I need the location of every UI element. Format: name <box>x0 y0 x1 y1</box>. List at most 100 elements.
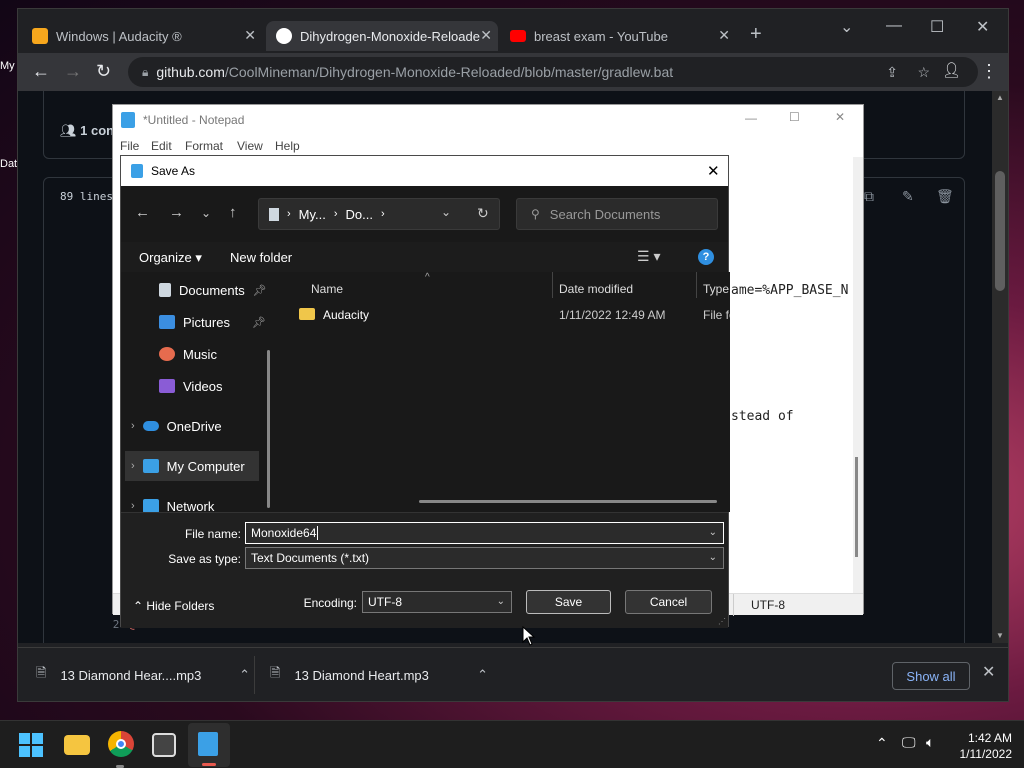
minimize-icon[interactable]: — <box>886 17 902 35</box>
chevron-up-icon[interactable]: ⌃ <box>876 735 888 752</box>
tab-github[interactable]: Dihydrogen-Monoxide-Reloade ✕ <box>266 21 498 51</box>
hide-folders-button[interactable]: ⌃ Hide Folders <box>133 599 214 613</box>
save-type-select[interactable]: Text Documents (*.txt) ⌄ <box>245 547 724 569</box>
close-icon[interactable]: ✕ <box>480 27 492 44</box>
maximize-icon[interactable]: ☐ <box>930 17 944 37</box>
clock-date[interactable]: 1/11/2022 <box>946 747 1013 761</box>
bookmark-star-icon[interactable]: ☆ <box>917 64 930 81</box>
network-status-icon[interactable]: 🖵︎ <box>902 734 916 751</box>
menu-format[interactable]: Format <box>185 139 223 153</box>
file-row[interactable]: Audacity 1/11/2022 12:49 AM File fo <box>295 306 730 328</box>
microsoft-store-icon[interactable] <box>152 733 176 757</box>
menu-file[interactable]: File <box>120 139 139 153</box>
show-all-button[interactable]: Show all <box>892 662 970 690</box>
close-icon[interactable]: ✕ <box>244 27 256 44</box>
address-bar[interactable]: 🔒︎ github.com /CoolMineman/Dihydrogen-Mo… <box>128 57 978 87</box>
back-icon[interactable]: ← <box>32 61 50 82</box>
close-icon[interactable]: ✕ <box>835 110 845 124</box>
chevron-right-icon[interactable]: › <box>131 460 135 472</box>
chevron-down-icon[interactable]: ⌄ <box>441 205 451 219</box>
nav-item-music[interactable]: Music <box>159 339 279 369</box>
file-name-input[interactable]: Monoxide64 ⌄ <box>245 522 724 544</box>
nav-item-documents[interactable]: Documents 📌︎ <box>159 275 279 305</box>
nav-item-network[interactable]: › Network <box>131 491 279 512</box>
nav-item-onedrive[interactable]: › OneDrive <box>131 411 279 441</box>
notepad-scrollbar[interactable] <box>853 157 863 593</box>
clock-time[interactable]: 1:42 AM <box>956 731 1012 745</box>
download-item[interactable]: 🗎 13 Diamond Hear....mp3 ⌃ <box>36 656 250 694</box>
help-icon[interactable]: ? <box>698 249 714 265</box>
chevron-down-icon[interactable]: ⌄ <box>709 552 717 563</box>
download-item[interactable]: 🗎 13 Diamond Heart.mp3 ⌃ <box>270 656 488 694</box>
close-window-icon[interactable]: ✕ <box>976 17 989 37</box>
navigation-pane: Documents 📌︎ Pictures 📌︎ Music Videos › … <box>121 272 279 512</box>
profile-icon[interactable]: 👤︎ <box>942 61 961 79</box>
cancel-button[interactable]: Cancel <box>625 590 712 614</box>
refresh-icon[interactable]: ↻ <box>477 205 489 222</box>
reload-icon[interactable]: ↻ <box>96 61 111 82</box>
share-icon[interactable]: ⇪ <box>886 64 898 81</box>
notepad-titlebar: *Untitled - Notepad — ☐ ✕ <box>113 105 863 135</box>
scrollbar-thumb[interactable] <box>995 171 1005 291</box>
lock-icon: 🔒︎ <box>142 64 149 79</box>
documents-icon <box>159 283 171 297</box>
new-tab-button[interactable]: + <box>750 23 762 46</box>
forward-icon[interactable]: → <box>169 204 184 221</box>
file-list-hscrollbar[interactable] <box>419 500 717 503</box>
menu-help[interactable]: Help <box>275 139 300 153</box>
chevron-right-icon: › <box>333 208 338 220</box>
close-icon[interactable]: ✕ <box>707 162 720 180</box>
encoding-select[interactable]: UTF-8 ⌄ <box>362 591 512 613</box>
column-header-name[interactable]: Name <box>311 282 343 296</box>
dialog-command-bar: Organize ▾ New folder ☰ ▾ ? <box>121 242 728 272</box>
status-encoding: UTF-8 <box>751 598 785 612</box>
save-button[interactable]: Save <box>526 590 611 614</box>
nav-item-my-computer[interactable]: › My Computer <box>125 451 259 481</box>
breadcrumb-item[interactable]: Do... <box>346 207 373 222</box>
menu-edit[interactable]: Edit <box>151 139 172 153</box>
menu-view[interactable]: View <box>237 139 263 153</box>
column-header-date[interactable]: Date modified <box>559 282 633 296</box>
tab-youtube[interactable]: breast exam - YouTube ✕ <box>510 21 736 51</box>
chevron-up-icon[interactable]: ⌃ <box>239 667 250 683</box>
menu-kebab-icon[interactable]: ⋮ <box>980 61 998 82</box>
nav-item-pictures[interactable]: Pictures 📌︎ <box>159 307 279 337</box>
chevron-down-icon[interactable]: ⌄ <box>709 527 717 538</box>
file-explorer-icon[interactable] <box>64 735 90 755</box>
volume-icon[interactable]: 🔈︎ <box>926 734 934 751</box>
delete-trash-icon[interactable]: 🗑︎ <box>936 188 954 205</box>
close-downloads-icon[interactable]: ✕ <box>982 662 995 682</box>
column-header-type[interactable]: Type <box>703 282 729 296</box>
maximize-icon[interactable]: ☐ <box>789 110 800 124</box>
chrome-icon[interactable] <box>108 731 134 757</box>
up-folder-icon[interactable]: ↑ <box>229 204 237 221</box>
view-options-icon[interactable]: ☰ ▾ <box>637 248 660 265</box>
start-button-windows-icon[interactable] <box>19 733 43 757</box>
pin-icon[interactable]: 📌︎ <box>252 316 266 329</box>
taskbar-notepad-active[interactable] <box>188 723 230 767</box>
tab-search-icon[interactable]: ⌄ <box>840 17 853 37</box>
resize-grip-icon[interactable]: ⋰ <box>718 617 726 626</box>
close-icon[interactable]: ✕ <box>718 27 730 44</box>
chevron-up-icon[interactable]: ⌃ <box>477 667 488 683</box>
dialog-address-bar[interactable]: › My... › Do... › ⌄ ↻ <box>258 198 500 230</box>
nav-item-videos[interactable]: Videos <box>159 371 279 401</box>
edit-pencil-icon[interactable]: ✎ <box>902 188 914 205</box>
chevron-right-icon[interactable]: › <box>131 500 135 512</box>
chevron-right-icon[interactable]: › <box>131 420 135 432</box>
search-box[interactable]: ⚲ Search Documents <box>516 198 718 230</box>
contributors-text[interactable]: 👥︎ 1 con <box>60 123 114 139</box>
pin-icon[interactable]: 📌︎ <box>253 284 267 297</box>
chevron-down-icon[interactable]: ⌄ <box>497 596 505 607</box>
recent-locations-icon[interactable]: ⌄ <box>201 206 211 220</box>
organize-button[interactable]: Organize ▾ <box>139 250 202 266</box>
back-icon[interactable]: ← <box>135 204 150 221</box>
new-folder-button[interactable]: New folder <box>230 250 292 265</box>
forward-icon[interactable]: → <box>64 61 82 82</box>
nav-scrollbar[interactable] <box>267 350 270 508</box>
tab-audacity[interactable]: Windows | Audacity ® ✕ <box>32 21 262 51</box>
minimize-icon[interactable]: — <box>745 111 757 125</box>
page-scrollbar[interactable]: ▲ ▼ <box>992 91 1008 643</box>
breadcrumb-item[interactable]: My... <box>299 207 326 222</box>
copy-icon[interactable]: ⧉ <box>864 188 874 205</box>
